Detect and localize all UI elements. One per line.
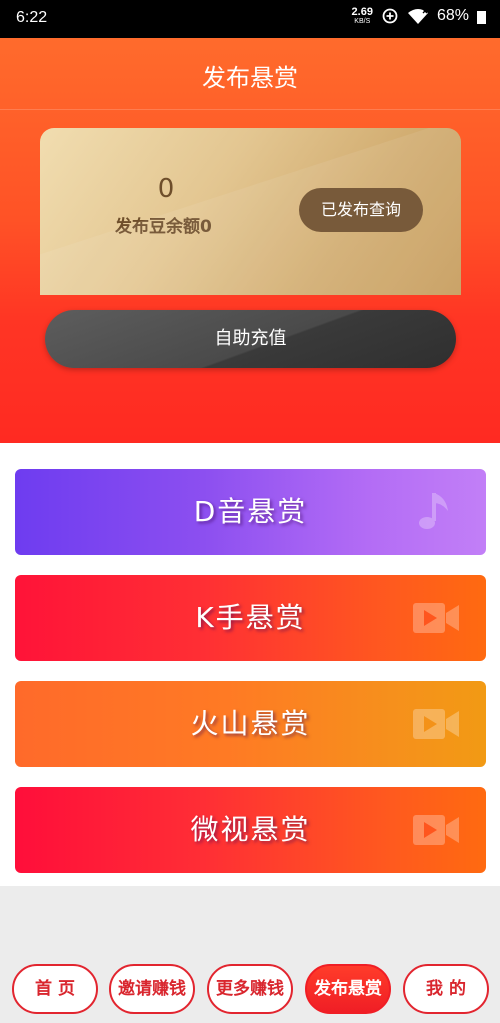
balance-label: 发布豆余额0 [115,217,212,237]
video-camera-icon [413,603,459,633]
reward-card-huoshan[interactable]: 火山悬赏 [15,681,486,767]
battery-percent: 68% [436,7,469,24]
nav-mine[interactable]: 我 的 [403,964,489,1014]
video-camera-icon [413,709,459,739]
nav-publish-reward[interactable]: 发布悬赏 [305,964,391,1014]
status-icons: 2.69 KB/S 68% [352,7,486,25]
network-speed-value: 2.69 [351,6,373,18]
music-note-icon [419,493,448,529]
nav-more-earn[interactable]: 更多赚钱 [207,964,293,1014]
status-bar: 6:22 2.69 KB/S 68% [0,0,500,38]
nav-home[interactable]: 首 页 [12,964,98,1014]
battery-icon [477,10,486,24]
data-saver-icon [382,8,398,24]
published-query-button[interactable]: 已发布查询 [299,188,423,232]
network-speed-unit: KB/S [354,18,371,25]
network-speed: 2.69 KB/S [351,6,373,26]
balance-amount: 0 [157,174,175,204]
reward-card-kuaishou[interactable]: K手悬赏 [15,575,486,661]
page-header: 发布悬赏 [0,38,500,110]
status-time: 6:22 [16,9,48,26]
video-camera-icon [413,815,459,845]
balance-card: 0 发布豆余额0 已发布查询 [40,128,461,295]
page-title: 发布悬赏 [202,64,298,92]
recharge-button[interactable]: 自助充值 [45,310,456,368]
reward-card-weishi[interactable]: 微视悬赏 [15,787,486,873]
nav-invite-earn[interactable]: 邀请赚钱 [109,964,195,1014]
reward-card-douyin[interactable]: D音悬赏 [15,469,486,555]
wifi-icon [407,8,428,24]
